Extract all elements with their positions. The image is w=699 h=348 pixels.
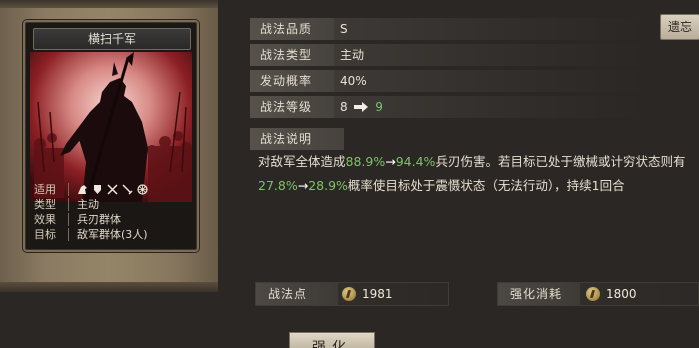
coin-icon <box>342 287 356 301</box>
desc-segment: 兵刃伤害。若目标已处于缴械或计穷状态则有 <box>435 154 686 169</box>
coin-icon <box>586 287 600 301</box>
upgrade-cost-value: 1800 <box>606 287 637 301</box>
description-title: 战法说明 <box>250 128 344 150</box>
rate-row: 发动概率 40% <box>250 70 650 92</box>
level-value: 8 9 <box>340 96 383 118</box>
upgrade-cost-value-wrap: 1800 <box>586 283 637 305</box>
skill-points-box: 战法点 1981 <box>255 282 449 306</box>
type-row: 战法类型 主动 <box>250 44 650 66</box>
quality-row: 战法品质 S <box>250 18 650 40</box>
skill-card-title: 横扫千军 <box>33 28 191 50</box>
wheel-icon <box>137 184 148 195</box>
info-row-applicable: 适用 <box>30 182 192 197</box>
info-value: 主动 <box>77 198 99 211</box>
skill-card-info: 适用 类型 主动 效果 兵刃群体 目标 敌军群体(3人) <box>30 182 192 246</box>
info-key: 类型 <box>30 198 69 211</box>
info-key: 适用 <box>30 183 69 196</box>
info-row-effect: 效果 兵刃群体 <box>30 212 192 227</box>
level-next: 9 <box>375 100 383 114</box>
cavalry-icon <box>77 184 88 195</box>
warrior-illustration <box>30 52 192 202</box>
skill-points-value-wrap: 1981 <box>342 283 393 305</box>
level-label: 战法等级 <box>250 96 334 118</box>
desc-segment: 对敌军全体造成 <box>258 154 346 169</box>
chance-current: 27.8% <box>258 178 298 193</box>
upgrade-cost-box: 强化消耗 1800 <box>497 282 699 306</box>
upgrade-cost-label: 强化消耗 <box>498 283 580 305</box>
type-value: 主动 <box>340 48 365 62</box>
desc-arrow: → <box>385 154 396 169</box>
info-key: 目标 <box>30 228 69 241</box>
applicable-troop-icons <box>69 184 148 195</box>
skill-card: 横扫千军 适用 类型 主动 效果 兵刃群体 目标 敌军群体(3人) <box>23 20 199 252</box>
rate-value: 40% <box>340 74 367 88</box>
upgrade-button[interactable]: 强化 <box>289 332 375 348</box>
type-label: 战法类型 <box>250 44 334 66</box>
info-row-target: 目标 敌军群体(3人) <box>30 227 192 242</box>
quality-label: 战法品质 <box>250 18 334 40</box>
damage-current: 88.9% <box>345 154 386 169</box>
scroll-bottom-rod <box>0 282 218 292</box>
level-current: 8 <box>340 100 348 114</box>
bow-icon <box>107 184 118 195</box>
description-text: 对敌军全体造成88.9%→94.4%兵刃伤害。若目标已处于缴械或计穷状态则有27… <box>258 150 688 198</box>
forget-button[interactable]: 遗忘 <box>660 14 699 40</box>
shield-icon <box>92 184 103 195</box>
rate-label: 发动概率 <box>250 70 334 92</box>
info-value: 敌军群体(3人) <box>77 228 148 241</box>
info-row-type: 类型 主动 <box>30 197 192 212</box>
quality-value: S <box>340 22 348 36</box>
scroll-rod <box>0 0 218 8</box>
level-row: 战法等级 8 9 <box>250 96 650 118</box>
desc-arrow: → <box>297 178 309 193</box>
info-value: 兵刃群体 <box>77 213 121 226</box>
desc-segment: 概率使目标处于震慑状态（无法行动），持续1回合 <box>347 178 625 193</box>
chance-next: 28.9% <box>308 178 348 193</box>
info-key: 效果 <box>30 213 69 226</box>
spear-icon <box>122 184 133 195</box>
skill-points-label: 战法点 <box>256 283 338 305</box>
upgrade-button-label: 强化 <box>312 340 352 348</box>
skill-card-artwork <box>30 52 192 202</box>
damage-next: 94.4% <box>395 154 436 169</box>
arrow-right-icon <box>354 97 369 119</box>
skill-points-value: 1981 <box>362 287 393 301</box>
